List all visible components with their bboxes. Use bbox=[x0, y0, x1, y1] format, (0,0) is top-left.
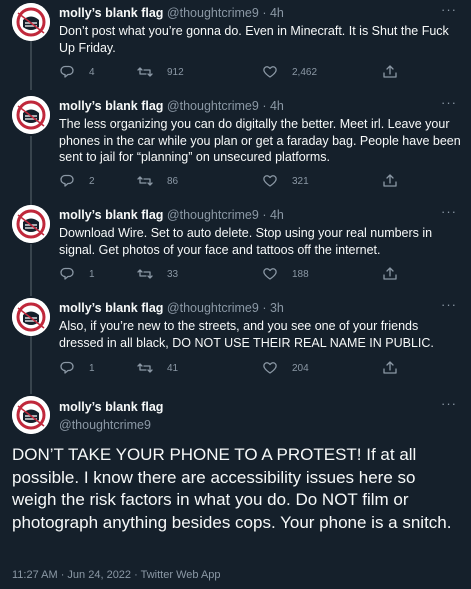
thread-tweet[interactable]: molly’s blank flag @thoughtcrime9 · 4h ·… bbox=[0, 95, 471, 206]
avatar[interactable] bbox=[12, 3, 50, 41]
separator-dot: · bbox=[262, 99, 267, 113]
like-button[interactable]: 321 bbox=[262, 173, 309, 189]
timestamp[interactable]: 4h bbox=[270, 6, 284, 20]
tweet-text: Also, if you’re new to the streets, and … bbox=[59, 319, 434, 350]
like-count: 204 bbox=[292, 362, 309, 374]
thread-tweet[interactable]: molly’s blank flag @thoughtcrime9 · 4h ·… bbox=[0, 204, 471, 297]
like-icon bbox=[263, 268, 277, 280]
share-icon bbox=[383, 65, 397, 78]
reply-count: 1 bbox=[89, 362, 95, 374]
like-count: 188 bbox=[292, 268, 309, 280]
thread-tweet[interactable]: molly’s blank flag @thoughtcrime9 · 3h ·… bbox=[0, 297, 471, 390]
avatar[interactable] bbox=[12, 298, 50, 336]
more-options-icon[interactable]: ··· bbox=[441, 396, 457, 411]
display-name[interactable]: molly’s blank flag bbox=[59, 400, 163, 414]
share-icon bbox=[383, 361, 397, 374]
thread-tweet[interactable]: molly’s blank flag @thoughtcrime9 · 4h ·… bbox=[0, 2, 471, 93]
like-count: 2,462 bbox=[292, 66, 318, 78]
display-name[interactable]: molly’s blank flag bbox=[59, 6, 163, 20]
avatar[interactable] bbox=[12, 96, 50, 134]
more-options-icon[interactable]: ··· bbox=[441, 204, 457, 219]
tweet-text: Don’t post what you’re gonna do. Even in… bbox=[59, 24, 449, 55]
retweet-count: 33 bbox=[167, 268, 179, 280]
separator-dot: · bbox=[262, 301, 267, 315]
reply-button[interactable]: 4 bbox=[59, 64, 95, 80]
retweet-button[interactable]: 41 bbox=[137, 360, 178, 376]
display-name[interactable]: molly’s blank flag bbox=[59, 301, 163, 315]
tweet-actions: 2 86 321 bbox=[59, 173, 459, 189]
reply-count: 4 bbox=[89, 66, 95, 78]
timestamp[interactable]: 4h bbox=[270, 208, 284, 222]
share-button[interactable] bbox=[382, 173, 398, 189]
retweet-button[interactable]: 33 bbox=[137, 266, 178, 282]
like-button[interactable]: 188 bbox=[262, 266, 309, 282]
reply-button[interactable]: 2 bbox=[59, 173, 95, 189]
user-handle[interactable]: @thoughtcrime9 bbox=[59, 418, 151, 432]
reply-icon bbox=[60, 65, 74, 78]
reply-icon bbox=[60, 267, 74, 280]
reply-button[interactable]: 1 bbox=[59, 360, 95, 376]
share-button[interactable] bbox=[382, 64, 398, 80]
more-options-icon[interactable]: ··· bbox=[441, 297, 457, 312]
retweet-icon bbox=[137, 363, 153, 373]
tweet-text: The less organizing you can do digitally… bbox=[59, 117, 461, 164]
like-button[interactable]: 204 bbox=[262, 360, 309, 376]
like-button[interactable]: 2,462 bbox=[262, 64, 317, 80]
tweet-text: DON’T TAKE YOUR PHONE TO A PROTEST! If a… bbox=[12, 445, 452, 532]
like-icon bbox=[263, 66, 277, 78]
user-handle[interactable]: @thoughtcrime9 bbox=[167, 99, 259, 113]
share-icon bbox=[383, 267, 397, 280]
retweet-icon bbox=[137, 67, 153, 77]
like-icon bbox=[263, 362, 277, 374]
tweet-text: Download Wire. Set to auto delete. Stop … bbox=[59, 226, 433, 257]
avatar[interactable] bbox=[12, 396, 50, 434]
tweet-actions: 4 912 2,462 bbox=[59, 64, 459, 80]
separator-dot: · bbox=[262, 6, 267, 20]
separator-dot: · bbox=[262, 208, 267, 222]
retweet-button[interactable]: 912 bbox=[137, 64, 184, 80]
tweet-timestamp[interactable]: 11:27 AM · Jun 24, 2022 · Twitter Web Ap… bbox=[12, 569, 221, 581]
tweet-actions: 1 41 204 bbox=[59, 360, 459, 376]
reply-button[interactable]: 1 bbox=[59, 266, 95, 282]
timestamp[interactable]: 3h bbox=[270, 301, 284, 315]
more-options-icon[interactable]: ··· bbox=[441, 95, 457, 110]
share-button[interactable] bbox=[382, 360, 398, 376]
retweet-button[interactable]: 86 bbox=[137, 173, 178, 189]
share-button[interactable] bbox=[382, 266, 398, 282]
like-count: 321 bbox=[292, 175, 309, 187]
reply-icon bbox=[60, 174, 74, 187]
avatar[interactable] bbox=[12, 205, 50, 243]
user-handle[interactable]: @thoughtcrime9 bbox=[167, 208, 259, 222]
tweet-actions: 1 33 188 bbox=[59, 266, 459, 282]
retweet-count: 86 bbox=[167, 175, 179, 187]
reply-count: 1 bbox=[89, 268, 95, 280]
retweet-count: 912 bbox=[167, 66, 184, 78]
like-icon bbox=[263, 175, 277, 187]
retweet-icon bbox=[137, 176, 153, 186]
display-name[interactable]: molly’s blank flag bbox=[59, 99, 163, 113]
more-options-icon[interactable]: ··· bbox=[441, 2, 457, 17]
retweet-count: 41 bbox=[167, 362, 179, 374]
share-icon bbox=[383, 174, 397, 187]
user-handle[interactable]: @thoughtcrime9 bbox=[167, 6, 259, 20]
display-name[interactable]: molly’s blank flag bbox=[59, 208, 163, 222]
user-handle[interactable]: @thoughtcrime9 bbox=[167, 301, 259, 315]
retweet-icon bbox=[137, 269, 153, 279]
reply-icon bbox=[60, 361, 74, 374]
reply-count: 2 bbox=[89, 175, 95, 187]
timestamp[interactable]: 4h bbox=[270, 99, 284, 113]
